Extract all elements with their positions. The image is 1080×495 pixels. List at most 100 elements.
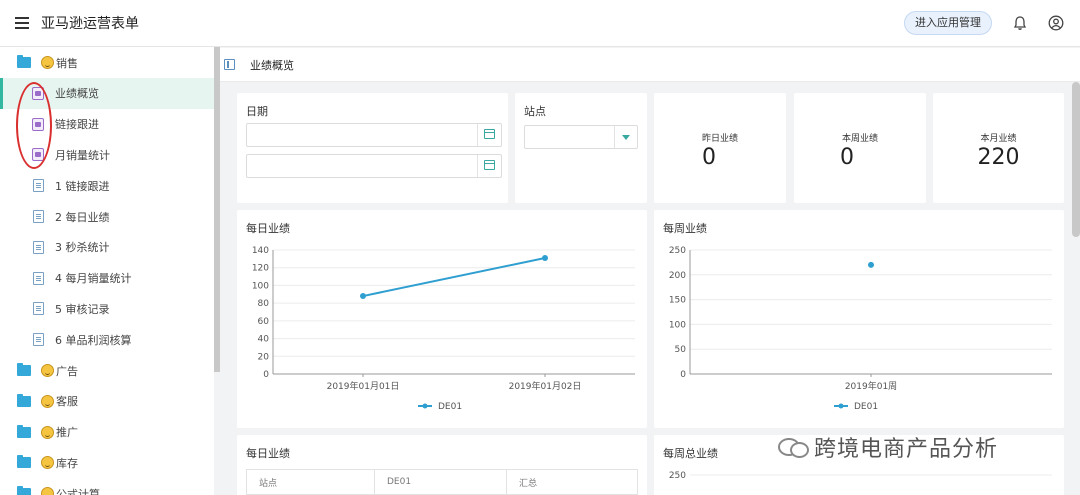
column-header[interactable]: 站点	[246, 469, 375, 495]
y-tick-label: 80	[258, 299, 270, 309]
legend-marker	[838, 403, 844, 409]
sidebar-item[interactable]: 客服	[0, 386, 214, 417]
sidebar-item[interactable]: 广告	[0, 355, 214, 386]
folder-icon	[17, 55, 31, 68]
sidebar-item-label: 客服	[56, 395, 78, 409]
folder-icon	[17, 424, 31, 438]
date-start-input[interactable]	[246, 123, 502, 147]
folder-icon	[17, 363, 31, 376]
sidebar-item[interactable]: 销售	[0, 47, 214, 78]
page-icon	[33, 179, 44, 193]
weekly-performance-chart: 0 50 100 150 200 250 2019年01周 DE01	[669, 246, 1052, 412]
folder-icon	[17, 486, 31, 495]
main-scrollbar[interactable]	[1072, 82, 1080, 237]
y-tick-label: 100	[669, 320, 686, 330]
bell-icon[interactable]	[1012, 15, 1028, 31]
x-tick-label: 2019年01月02日	[509, 380, 582, 392]
top-bar: 亚马逊运营表单 进入应用管理	[0, 0, 1080, 47]
table-title: 每日业绩	[246, 447, 290, 460]
breadcrumb: 业绩概览	[220, 48, 1080, 82]
emoji-icon	[41, 456, 54, 470]
site-select[interactable]	[524, 125, 638, 149]
daily-performance-card: 每日业绩 0 20 40 60 80 100 120 140 2019年01月01日 2019年0…	[237, 210, 647, 428]
weekly-performance-card: 每周业绩 0 50 100 150 200 250 2019年01周 DE01	[654, 210, 1064, 428]
table-header-row: 站点 DE01 汇总	[246, 469, 638, 495]
date-filter-card: 日期	[237, 93, 508, 203]
stat-value: 220	[977, 145, 1020, 170]
y-tick-label: 40	[258, 335, 270, 345]
page-icon	[33, 333, 44, 347]
sidebar-item-label: 4 每月销量统计	[55, 272, 132, 286]
date-label: 日期	[246, 105, 268, 118]
daily-table-card: 每日业绩 站点 DE01 汇总	[237, 435, 647, 495]
page-icon	[33, 302, 44, 316]
wechat-logo-icon	[778, 436, 809, 458]
y-tick-label: 250	[669, 471, 686, 481]
sidebar-item-label: 库存	[56, 456, 78, 470]
column-header[interactable]: 汇总	[506, 469, 638, 495]
stat-label: 本月业绩	[980, 134, 1017, 144]
y-tick-label: 20	[258, 352, 270, 362]
annotation-circle	[16, 82, 52, 169]
sidebar-item-label: 广告	[56, 364, 78, 378]
sidebar-item[interactable]: 推广	[0, 417, 214, 448]
sidebar-item-label: 6 单品利润核算	[55, 333, 132, 347]
sidebar-item-label: 1 链接跟进	[55, 179, 110, 193]
user-avatar-icon[interactable]	[1048, 15, 1064, 31]
y-tick-label: 200	[669, 271, 686, 281]
data-point	[542, 254, 548, 261]
sidebar-item[interactable]: 5 审核记录	[0, 293, 214, 324]
stat-label: 本周业绩	[841, 134, 878, 144]
data-point	[360, 293, 366, 300]
menu-icon[interactable]	[15, 17, 29, 29]
sidebar-item[interactable]: 库存	[0, 447, 214, 478]
y-tick-label: 150	[669, 296, 686, 306]
date-end-input[interactable]	[246, 154, 502, 178]
legend-label: DE01	[854, 402, 878, 412]
y-tick-label: 50	[675, 345, 687, 355]
sidebar-item[interactable]: 1 链接跟进	[0, 170, 214, 201]
page-icon	[33, 210, 44, 223]
breadcrumb-current: 业绩概览	[250, 58, 294, 72]
emoji-icon	[41, 56, 54, 69]
page-icon	[33, 240, 44, 254]
site-filter-card: 站点	[515, 93, 647, 203]
top-bar-actions: 进入应用管理	[904, 11, 1080, 35]
emoji-icon	[41, 394, 54, 408]
emoji-icon	[41, 364, 54, 377]
folder-icon	[17, 393, 31, 407]
y-tick-label: 0	[263, 370, 269, 380]
sidebar-item[interactable]: 4 每月销量统计	[0, 263, 214, 294]
x-tick-label: 2019年01月01日	[327, 380, 400, 392]
sidebar-item-label: 月销量统计	[55, 148, 110, 162]
column-header[interactable]: DE01	[374, 469, 507, 495]
sidebar-item-label: 5 审核记录	[55, 302, 110, 316]
x-tick-label: 2019年01周	[845, 380, 897, 392]
stat-card-month: 本月业绩 220	[933, 93, 1064, 203]
stat-card-yesterday: 昨日业绩 0	[654, 93, 786, 203]
site-label: 站点	[524, 105, 546, 118]
sidebar-item[interactable]: 2 每日业绩	[0, 201, 214, 232]
calendar-icon[interactable]	[477, 155, 501, 177]
chevron-down-icon[interactable]	[614, 126, 637, 148]
stat-label: 昨日业绩	[701, 134, 738, 144]
y-tick-label: 120	[252, 264, 269, 274]
watermark: 跨境电商产品分析	[778, 429, 998, 465]
sidebar-item[interactable]: 3 秒杀统计	[0, 232, 214, 263]
sidebar-item-label: 2 每日业绩	[55, 210, 110, 224]
legend-marker	[422, 403, 428, 409]
watermark-text: 跨境电商产品分析	[814, 437, 999, 462]
sidebar-scrollbar[interactable]	[214, 47, 220, 372]
daily-performance-chart: 0 20 40 60 80 100 120 140 2019年01月01日 2019年01月02日…	[252, 246, 635, 412]
calendar-icon[interactable]	[477, 124, 501, 146]
sidebar-item[interactable]: 公式计算	[0, 478, 214, 495]
data-point	[868, 261, 874, 268]
enter-app-management-button[interactable]: 进入应用管理	[904, 11, 992, 35]
app-title: 亚马逊运营表单	[41, 16, 139, 32]
sidebar-item[interactable]: 6 单品利润核算	[0, 324, 214, 355]
sidebar-item-label: 销售	[56, 56, 78, 70]
y-tick-label: 100	[252, 281, 269, 291]
y-tick-label: 60	[258, 317, 270, 327]
sidebar-toggle-icon[interactable]	[224, 59, 235, 70]
daily-table: 站点 DE01 汇总	[246, 469, 638, 495]
